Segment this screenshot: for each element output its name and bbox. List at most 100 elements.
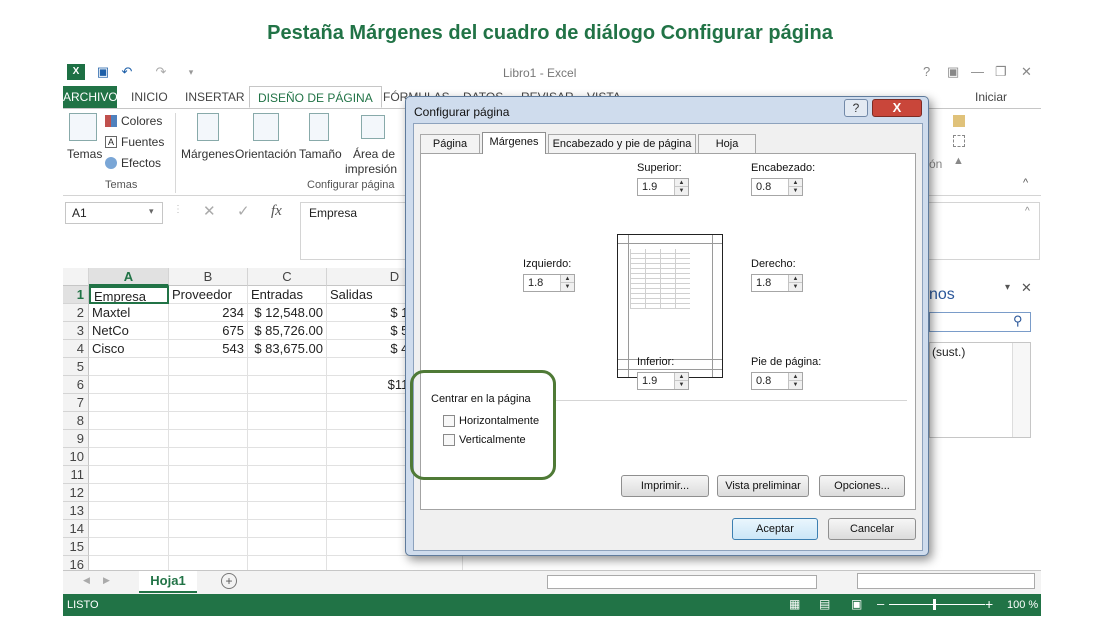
spin-down-icon[interactable]: ▼ [789,381,802,389]
bottom-margin-spinner[interactable]: 1.9 ▲ ▼ [637,372,689,390]
spin-up-icon[interactable]: ▲ [789,179,802,187]
save-icon[interactable]: ▣ [95,64,111,80]
bottom-margin-value[interactable]: 1.9 [642,375,657,387]
row-header[interactable]: 13 [63,502,89,520]
row-header[interactable]: 1 [63,286,89,304]
row-header[interactable]: 11 [63,466,89,484]
left-margin-spinner[interactable]: 1.8 ▲ ▼ [523,274,575,292]
footer-margin-value[interactable]: 0.8 [756,375,771,387]
column-header-a[interactable]: A [89,268,169,286]
cell[interactable] [248,448,327,466]
cell[interactable]: $ 85,726.00 [248,322,327,340]
right-margin-spinner[interactable]: 1.8 ▲ ▼ [751,274,803,292]
undo-icon[interactable]: ↶ [119,64,135,80]
row-header[interactable]: 10 [63,448,89,466]
horizontal-scrollbar[interactable] [547,575,817,589]
row-header[interactable]: 8 [63,412,89,430]
task-pane-close-icon[interactable]: ✕ [1021,280,1032,296]
zoom-dropdown-strip[interactable] [857,573,1035,589]
cell[interactable] [248,484,327,502]
print-preview-button[interactable]: Vista preliminar [717,475,809,497]
cell[interactable]: Empresa [89,286,169,304]
cell[interactable] [169,358,248,376]
margins-button-label[interactable]: Márgenes [181,147,234,161]
cell[interactable] [248,376,327,394]
tab-archivo[interactable]: ARCHIVO [63,86,118,108]
add-sheet-icon[interactable]: + [221,573,237,589]
right-margin-value[interactable]: 1.8 [756,277,771,289]
cell[interactable] [248,412,327,430]
cell[interactable] [248,520,327,538]
colors-button[interactable]: Colores [121,114,162,128]
dialog-help-button[interactable]: ? [844,99,868,117]
zoom-out-icon[interactable]: – [877,596,884,611]
tab-margenes[interactable]: Márgenes [482,132,546,154]
cell[interactable]: Entradas [248,286,327,304]
cell[interactable] [89,394,169,412]
header-margin-spinner[interactable]: 0.8 ▲ ▼ [751,178,803,196]
cell[interactable] [89,412,169,430]
task-pane-options-icon[interactable]: ▾ [1005,282,1010,293]
header-margin-value[interactable]: 0.8 [756,181,771,193]
prev-sheet-icon[interactable]: ◀ [83,575,90,586]
left-margin-value[interactable]: 1.8 [528,277,543,289]
page-break-view-icon[interactable]: ▣ [851,597,862,611]
cell[interactable] [248,538,327,556]
cell[interactable] [248,358,327,376]
row-header[interactable]: 5 [63,358,89,376]
zoom-slider[interactable] [889,604,985,605]
cell[interactable] [169,376,248,394]
cell[interactable] [169,520,248,538]
ribbon-display-icon[interactable]: ▣ [947,64,959,80]
themes-button-label[interactable]: Temas [67,147,102,161]
cell[interactable] [89,430,169,448]
cell[interactable] [248,394,327,412]
column-header-c[interactable]: C [248,268,327,286]
cancel-button[interactable]: Cancelar [828,518,916,540]
zoom-in-icon[interactable]: + [985,596,993,612]
top-margin-value[interactable]: 1.9 [642,181,657,193]
cell[interactable]: Maxtel [89,304,169,322]
row-header[interactable]: 3 [63,322,89,340]
row-header[interactable]: 4 [63,340,89,358]
dialog-close-button[interactable]: X [872,99,922,117]
task-pane-list[interactable]: (sust.) [929,342,1031,438]
spin-down-icon[interactable]: ▼ [675,381,688,389]
cell[interactable] [248,430,327,448]
row-header[interactable]: 15 [63,538,89,556]
row-header[interactable]: 14 [63,520,89,538]
tab-hoja[interactable]: Hoja [698,134,756,153]
select-all-corner[interactable] [63,268,89,286]
zoom-slider-thumb[interactable] [933,599,936,610]
margins-icon[interactable] [197,113,219,141]
cell[interactable]: $ 12,548.00 [248,304,327,322]
spin-up-icon[interactable]: ▲ [675,179,688,187]
cell[interactable] [169,484,248,502]
cell[interactable] [169,538,248,556]
cell[interactable] [89,538,169,556]
cell[interactable]: 234 [169,304,248,322]
cell[interactable]: 543 [169,340,248,358]
cell[interactable]: Cisco [89,340,169,358]
spin-up-icon[interactable]: ▲ [789,373,802,381]
spin-up-icon[interactable]: ▲ [789,275,802,283]
spin-up-icon[interactable]: ▲ [675,373,688,381]
tab-inicio[interactable]: INICIO [131,86,168,108]
cell[interactable] [169,430,248,448]
enter-entry-icon[interactable]: ✓ [237,202,250,220]
expand-formula-bar-icon[interactable]: ^ [1025,206,1030,217]
tab-diseno-de-pagina[interactable]: DISEÑO DE PÁGINA [249,86,382,108]
cell[interactable] [169,412,248,430]
tab-pagina[interactable]: Página [420,134,480,153]
next-sheet-icon[interactable]: ▶ [103,575,110,586]
redo-icon[interactable]: ↷ [153,64,169,80]
print-area-label-1[interactable]: Área de [353,147,395,161]
print-button[interactable]: Imprimir... [621,475,709,497]
page-layout-view-icon[interactable]: ▤ [819,597,830,611]
orientation-icon[interactable] [253,113,279,141]
cell[interactable] [89,484,169,502]
list-item[interactable]: (sust.) [932,345,965,359]
cell[interactable] [248,466,327,484]
ok-button[interactable]: Aceptar [732,518,818,540]
column-header-b[interactable]: B [169,268,248,286]
